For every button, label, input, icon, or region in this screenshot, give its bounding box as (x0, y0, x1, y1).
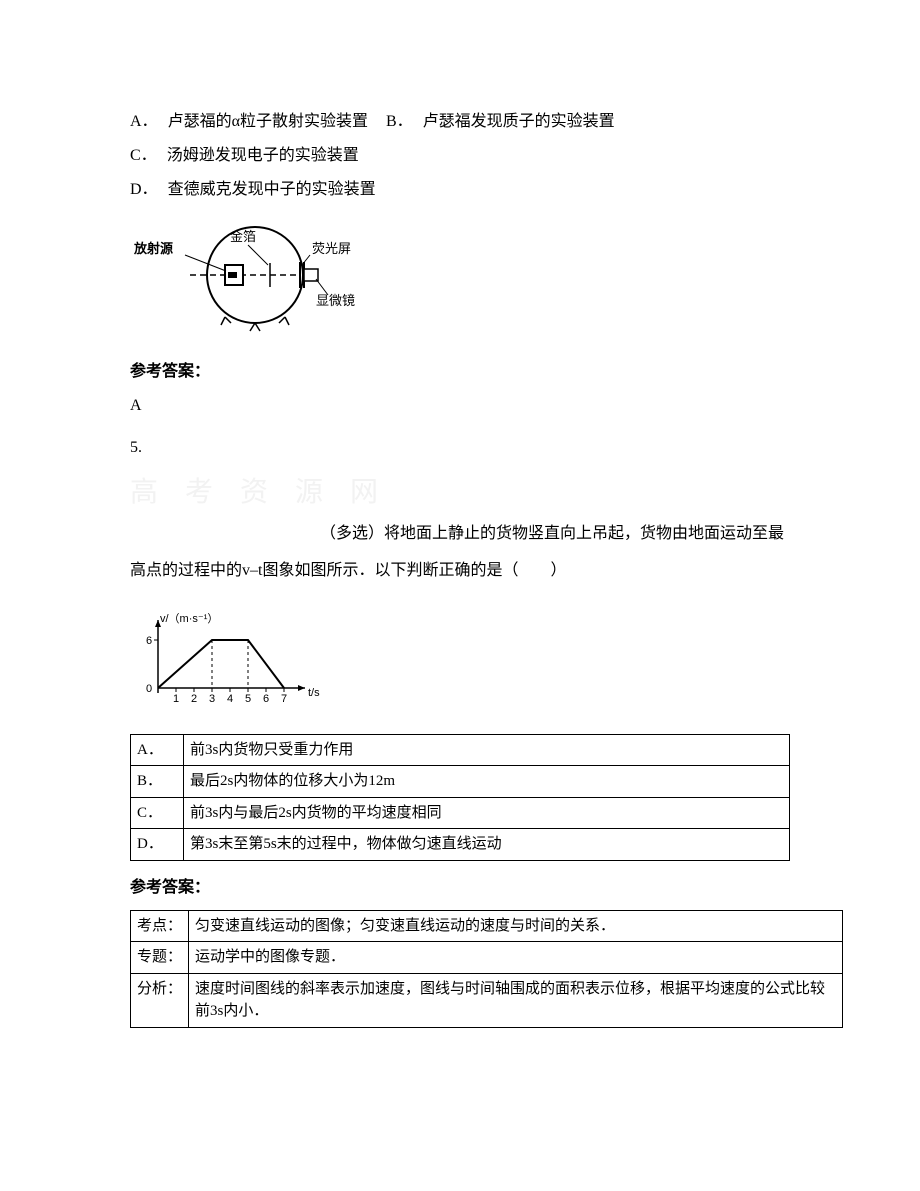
xtick-1: 1 (173, 693, 179, 705)
q4-option-a-label: A． (130, 113, 158, 130)
vt-chart: v/（m·s⁻¹） 6 0 1 2 3 4 5 6 7 t/s (130, 608, 790, 716)
table-row: A． 前3s内货物只受重力作用 (131, 734, 790, 766)
table-row: 专题： 运动学中的图像专题． (131, 942, 843, 974)
ytick-6: 6 (146, 635, 152, 647)
analysis-kaodian-text: 匀变速直线运动的图像；匀变速直线运动的速度与时间的关系． (189, 910, 843, 942)
opt-c-text: 前3s内与最后2s内货物的平均速度相同 (184, 797, 790, 829)
q4-option-a-text: 卢瑟福的α粒子散射实验装置 (168, 113, 368, 130)
xtick-2: 2 (191, 693, 197, 705)
opt-a-text: 前3s内货物只受重力作用 (184, 734, 790, 766)
q4-option-row-c: C． 汤姆逊发现电子的实验装置 (130, 144, 790, 168)
analysis-fenxi-text: 速度时间图线的斜率表示加速度，图线与时间轴围成的面积表示位移，根据平均速度的公式… (189, 973, 843, 1027)
multi-select-label: （多选） (320, 525, 384, 542)
table-row: 考点： 匀变速直线运动的图像；匀变速直线运动的速度与时间的关系． (131, 910, 843, 942)
q5-number: 5. (130, 436, 790, 460)
q4-option-d-label: D． (130, 181, 158, 198)
watermark-text: 高 考 资 源 网 (130, 472, 790, 508)
y-axis-label: v/（m·s⁻¹） (160, 612, 218, 625)
opt-d-label: D． (131, 829, 184, 861)
analysis-kaodian-label: 考点： (131, 910, 189, 942)
label-microscope: 显微镜 (316, 293, 355, 308)
table-row: B． 最后2s内物体的位移大小为12m (131, 766, 790, 798)
xtick-5: 5 (245, 693, 251, 705)
q4-option-d-text: 查德威克发现中子的实验装置 (168, 181, 376, 198)
table-row: 分析： 速度时间图线的斜率表示加速度，图线与时间轴围成的面积表示位移，根据平均速… (131, 973, 843, 1027)
ytick-0: 0 (146, 683, 152, 695)
q4-option-b-label: B． (386, 113, 413, 130)
label-source: 放射源 (133, 241, 173, 256)
opt-c-label: C． (131, 797, 184, 829)
opt-b-label: B． (131, 766, 184, 798)
xtick-7: 7 (281, 693, 287, 705)
q5-options-table: A． 前3s内货物只受重力作用 B． 最后2s内物体的位移大小为12m C． 前… (130, 734, 790, 861)
analysis-fenxi-label: 分析： (131, 973, 189, 1027)
q4-answer: A (130, 394, 790, 418)
q5-question-body: 将地面上静止的货物竖直向上吊起，货物由地面运动至最高点的过程中的v–t图象如图所… (130, 525, 784, 579)
q4-option-row-d: D． 查德威克发现中子的实验装置 (130, 178, 790, 202)
analysis-zhuanti-text: 运动学中的图像专题． (189, 942, 843, 974)
label-screen: 荧光屏 (312, 241, 351, 256)
apparatus-diagram: 放射源 金箔 荧光屏 显微镜 (130, 217, 790, 340)
table-row: D． 第3s末至第5s末的过程中，物体做匀速直线运动 (131, 829, 790, 861)
xtick-6: 6 (263, 693, 269, 705)
opt-d-text: 第3s末至第5s末的过程中，物体做匀速直线运动 (184, 829, 790, 861)
label-foil: 金箔 (230, 229, 256, 244)
q5-question-text: （多选）将地面上静止的货物竖直向上吊起，货物由地面运动至最高点的过程中的v–t图… (130, 516, 790, 590)
q4-answer-label: 参考答案： (130, 360, 790, 384)
q4-option-b-text: 卢瑟福发现质子的实验装置 (423, 113, 615, 130)
xtick-3: 3 (209, 693, 215, 705)
analysis-zhuanti-label: 专题： (131, 942, 189, 974)
xtick-4: 4 (227, 693, 233, 705)
q5-answer-label: 参考答案： (130, 876, 790, 900)
q5-analysis-table: 考点： 匀变速直线运动的图像；匀变速直线运动的速度与时间的关系． 专题： 运动学… (130, 910, 843, 1028)
q4-option-c-text: 汤姆逊发现电子的实验装置 (167, 147, 359, 164)
q4-option-c-label: C． (130, 147, 157, 164)
x-axis-label: t/s (308, 687, 320, 699)
table-row: C． 前3s内与最后2s内货物的平均速度相同 (131, 797, 790, 829)
q4-option-row-ab: A． 卢瑟福的α粒子散射实验装置 B． 卢瑟福发现质子的实验装置 (130, 110, 790, 134)
opt-b-text: 最后2s内物体的位移大小为12m (184, 766, 790, 798)
opt-a-label: A． (131, 734, 184, 766)
